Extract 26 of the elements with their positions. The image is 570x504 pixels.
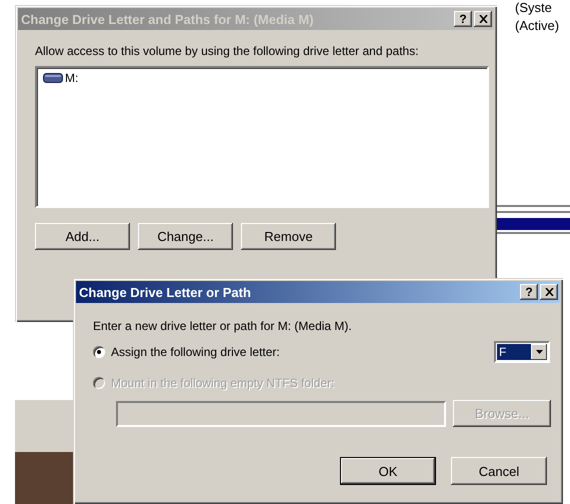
help-button[interactable]: ? [454,11,472,27]
dropdown-value: F [497,344,531,360]
dialog-button[interactable]: Change... [138,223,233,250]
option-label: Assign the following drive letter: [111,345,280,359]
close-button[interactable] [474,11,492,27]
window-title: Change Drive Letter or Path [79,284,252,300]
background-label: (Active) [515,18,560,33]
drive-letter-dropdown[interactable]: F [494,341,550,363]
path-item[interactable]: M: [42,71,80,85]
help-button[interactable]: ? [520,284,538,300]
close-button[interactable] [540,284,558,300]
close-icon [478,15,488,23]
path-label: M: [65,71,78,85]
radio-button[interactable] [93,346,105,358]
paths-list[interactable]: M: [35,66,489,208]
close-icon [544,288,554,296]
instruction-text: Allow access to this volume by using the following drive letter and paths: [35,44,420,58]
drive-icon [43,73,63,83]
dialog-button[interactable]: OK [340,457,436,485]
background-label: (Syste [515,0,552,15]
dialog-button[interactable]: Cancel [451,457,547,485]
caret-icon [536,350,542,354]
dialog-button[interactable]: Remove [241,223,336,250]
prompt-text: Enter a new drive letter or path for M: (Media M). [93,319,353,333]
dialog-button[interactable]: Add... [35,223,130,250]
photo-placeholder [15,452,73,504]
